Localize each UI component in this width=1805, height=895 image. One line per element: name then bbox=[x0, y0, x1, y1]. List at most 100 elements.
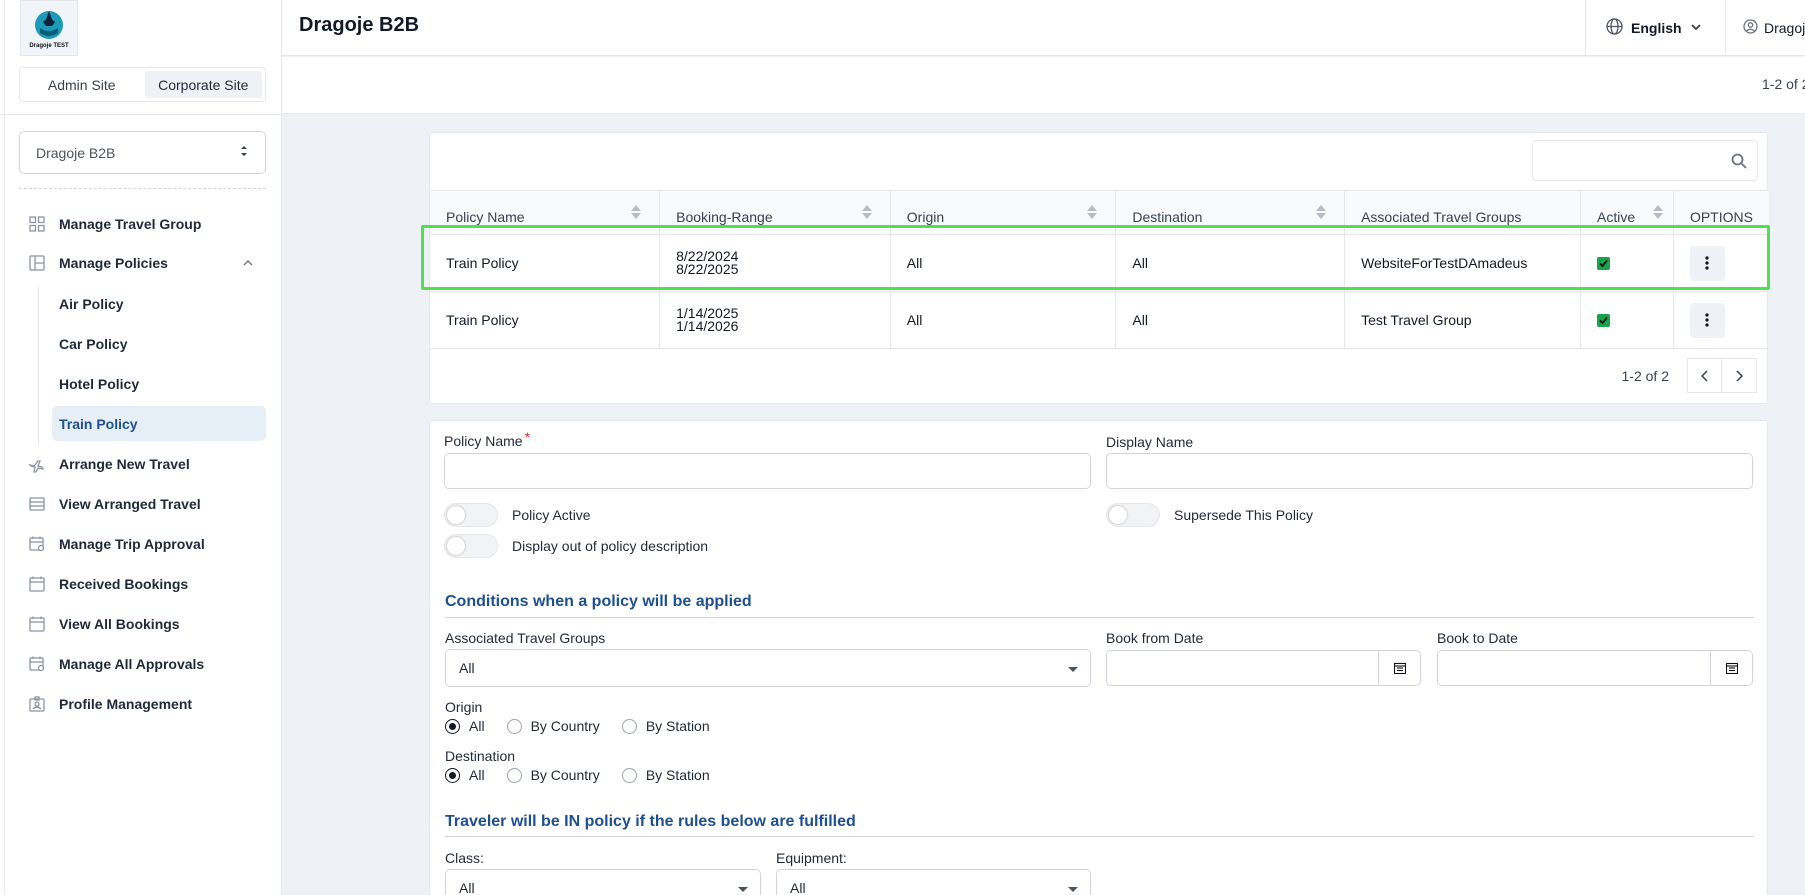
nav-profile-management[interactable]: Profile Management bbox=[28, 689, 266, 719]
nav-manage-policies[interactable]: Manage Policies bbox=[28, 248, 266, 278]
nav-car-policy[interactable]: Car Policy bbox=[52, 326, 266, 361]
calendar-icon[interactable] bbox=[1378, 651, 1420, 685]
nav-label: Manage Trip Approval bbox=[59, 536, 205, 552]
language-select[interactable]: English bbox=[1585, 0, 1725, 56]
globe-icon bbox=[1606, 18, 1623, 38]
corporate-site-tab[interactable]: Corporate Site bbox=[144, 71, 262, 98]
supersede-toggle[interactable] bbox=[1106, 503, 1160, 527]
caret-down-icon bbox=[1068, 887, 1078, 892]
equipment-label: Equipment: bbox=[776, 850, 847, 866]
policy-name-input[interactable] bbox=[444, 453, 1091, 489]
row-options-button[interactable] bbox=[1689, 245, 1725, 281]
nav-view-arranged-travel[interactable]: View Arranged Travel bbox=[28, 489, 266, 519]
col-options: OPTIONS bbox=[1673, 190, 1769, 235]
nav-manage-trip-approval[interactable]: Manage Trip Approval bbox=[28, 529, 266, 559]
company-select[interactable]: Dragoje B2B bbox=[19, 131, 266, 174]
col-label: Active bbox=[1597, 208, 1636, 225]
calendar-star-icon bbox=[28, 656, 45, 673]
active-checkbox[interactable] bbox=[1597, 314, 1610, 327]
nav-received-bookings[interactable]: Received Bookings bbox=[28, 569, 266, 599]
calendar-star-icon bbox=[28, 536, 45, 553]
nav-manage-travel-group[interactable]: Manage Travel Group bbox=[28, 209, 266, 239]
user-menu[interactable]: Dragoj bbox=[1725, 0, 1805, 56]
user-name: Dragoj bbox=[1764, 20, 1805, 36]
cell-policy-name: Train Policy bbox=[430, 234, 661, 292]
top-header: Dragoje B2B English Dragoj bbox=[282, 0, 1805, 56]
class-label: Class: bbox=[445, 850, 484, 866]
policy-active-label: Policy Active bbox=[512, 507, 591, 523]
nav-air-policy[interactable]: Air Policy bbox=[52, 286, 266, 321]
chevron-up-icon[interactable] bbox=[242, 256, 254, 272]
nav-label: Manage Travel Group bbox=[59, 216, 202, 232]
origin-label: Origin bbox=[445, 699, 483, 715]
col-label: Destination bbox=[1132, 208, 1203, 225]
sort-icon bbox=[631, 205, 642, 219]
admin-site-tab[interactable]: Admin Site bbox=[23, 71, 141, 98]
destination-by-station-radio[interactable]: By Station bbox=[621, 767, 710, 783]
cell-destination: All bbox=[1115, 291, 1346, 349]
calendar-icon bbox=[28, 616, 45, 633]
nav-arrange-new-travel[interactable]: Arrange New Travel bbox=[28, 449, 266, 479]
col-origin[interactable]: Origin bbox=[890, 190, 1117, 235]
display-out-of-policy-label: Display out of policy description bbox=[512, 538, 709, 554]
display-name-input[interactable] bbox=[1106, 453, 1753, 489]
col-booking-range[interactable]: Booking-Range bbox=[659, 190, 891, 235]
section-divider bbox=[445, 617, 1754, 618]
policy-active-toggle[interactable] bbox=[444, 503, 498, 527]
assoc-groups-label: Associated Travel Groups bbox=[445, 630, 606, 646]
chevron-left-icon bbox=[1700, 369, 1708, 382]
destination-label: Destination bbox=[445, 748, 516, 764]
nav-train-policy[interactable]: Train Policy bbox=[52, 406, 266, 441]
company-logo[interactable]: Dragoje TEST bbox=[20, 0, 78, 56]
origin-radio-group: All By Country By Station bbox=[445, 718, 732, 734]
cell-active bbox=[1580, 291, 1674, 349]
col-associated-travel-groups: Associated Travel Groups bbox=[1344, 190, 1581, 235]
destination-by-country-radio[interactable]: By Country bbox=[506, 767, 600, 783]
search-input[interactable] bbox=[1532, 140, 1758, 181]
table-row[interactable]: Train Policy 1/14/2025 1/14/2026 All All … bbox=[430, 291, 1769, 349]
prev-page-button[interactable] bbox=[1687, 358, 1722, 393]
radio-dot bbox=[506, 767, 522, 783]
sort-icon bbox=[1652, 205, 1663, 219]
nav-view-all-bookings[interactable]: View All Bookings bbox=[28, 609, 266, 639]
cell-booking-range: 8/22/2024 8/22/2025 bbox=[659, 234, 891, 292]
col-destination[interactable]: Destination bbox=[1115, 190, 1346, 235]
origin-by-station-radio[interactable]: By Station bbox=[621, 718, 710, 734]
active-checkbox[interactable] bbox=[1597, 257, 1610, 270]
origin-all-radio[interactable]: All bbox=[445, 718, 485, 734]
policies-table-card: Policy Name Booking-Range Origin Destina… bbox=[429, 132, 1769, 404]
class-select[interactable]: All bbox=[445, 869, 761, 895]
plane-icon bbox=[28, 456, 45, 473]
book-to-date-input[interactable] bbox=[1437, 650, 1753, 686]
col-active[interactable]: Active bbox=[1580, 190, 1674, 235]
book-from-date-input[interactable] bbox=[1106, 650, 1421, 686]
policy-name-label: Policy Name * bbox=[444, 429, 530, 449]
sidebar-dashed-divider bbox=[19, 188, 266, 189]
col-label: Origin bbox=[906, 208, 945, 225]
destination-all-radio[interactable]: All bbox=[445, 767, 485, 783]
calendar-icon[interactable] bbox=[1710, 651, 1752, 685]
traveler-rules-title: Traveler will be IN policy if the rules … bbox=[445, 813, 856, 830]
equipment-select[interactable]: All bbox=[776, 869, 1091, 895]
cell-options bbox=[1673, 234, 1769, 292]
nav-label: Profile Management bbox=[59, 696, 193, 712]
nav-hotel-policy[interactable]: Hotel Policy bbox=[52, 366, 266, 401]
col-policy-name[interactable]: Policy Name bbox=[430, 190, 661, 235]
select-value: All bbox=[790, 880, 806, 895]
table-row[interactable]: Train Policy 8/22/2024 8/22/2025 All All … bbox=[430, 234, 1769, 292]
row-options-button[interactable] bbox=[1689, 302, 1725, 338]
cell-policy-name: Train Policy bbox=[430, 291, 661, 349]
search-icon bbox=[1731, 153, 1747, 174]
display-out-of-policy-toggle[interactable] bbox=[444, 534, 498, 558]
nav-manage-all-approvals[interactable]: Manage All Approvals bbox=[28, 649, 266, 679]
nav-label: Arrange New Travel bbox=[59, 456, 190, 472]
cell-options bbox=[1673, 291, 1769, 349]
sort-icon bbox=[861, 205, 872, 219]
origin-by-country-radio[interactable]: By Country bbox=[506, 718, 600, 734]
site-switch: Admin Site Corporate Site bbox=[19, 67, 266, 102]
next-page-button[interactable] bbox=[1722, 358, 1757, 393]
cell-active bbox=[1580, 234, 1674, 292]
sort-icon bbox=[1087, 205, 1098, 219]
layout-icon bbox=[28, 255, 45, 272]
assoc-groups-select[interactable]: All bbox=[445, 649, 1091, 687]
